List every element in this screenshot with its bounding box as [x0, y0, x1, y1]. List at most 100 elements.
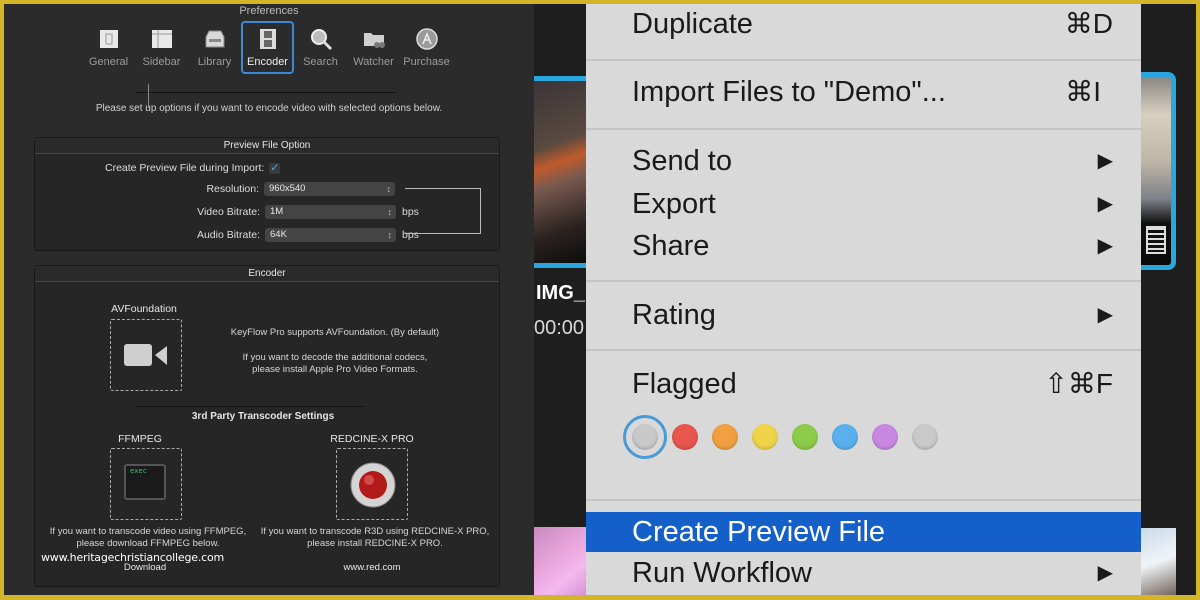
- audio-bitrate-value: 64K: [270, 229, 287, 240]
- create-preview-row: Create Preview File during Import: ✓: [105, 162, 281, 174]
- color-label-orange[interactable]: [712, 424, 738, 450]
- video-bitrate-row: Video Bitrate: 1M ↕ bps: [35, 205, 427, 219]
- group-title: Encoder: [35, 266, 499, 282]
- menu-item-export[interactable]: Export ▶: [586, 184, 1141, 224]
- avfoundation-codec-text-2: please install Apple Pro Video Formats.: [252, 364, 418, 375]
- color-label-red[interactable]: [672, 424, 698, 450]
- submenu-arrow-icon: ▶: [1097, 562, 1113, 584]
- magnifier-icon: [309, 27, 333, 51]
- menu-item-label: Flagged: [632, 368, 737, 400]
- menu-item-label: Import Files to "Demo"...: [632, 76, 946, 108]
- terminal-icon: exec: [124, 464, 166, 500]
- tab-sidebar[interactable]: Sidebar: [135, 21, 188, 74]
- menu-item-label: Create Preview File: [632, 516, 886, 548]
- red-website-link[interactable]: www.red.com: [322, 562, 422, 573]
- tab-label: Watcher: [353, 56, 394, 68]
- menu-item-label: Export: [632, 188, 716, 220]
- context-menu: Duplicate ⌘D Import Files to "Demo"... ⌘…: [586, 4, 1141, 595]
- clip-time: 00:00: [534, 317, 585, 339]
- resolution-value: 960x540: [269, 183, 306, 194]
- video-bitrate-label: Video Bitrate:: [197, 206, 260, 218]
- tab-search[interactable]: Search: [294, 21, 347, 74]
- menu-item-duplicate[interactable]: Duplicate ⌘D: [586, 4, 1141, 44]
- menu-item-shortcut: ⌘D: [1064, 8, 1113, 39]
- color-label-picker: [623, 415, 938, 459]
- stepper-arrows-icon: ↕: [387, 207, 393, 217]
- redcine-box[interactable]: [336, 448, 408, 520]
- ffmpeg-title: FFMPEG: [118, 433, 162, 445]
- context-menu-screenshot: IMG_ 00:00 Duplicate ⌘D Import Files to …: [534, 4, 1196, 595]
- menu-separator: [586, 128, 1141, 130]
- library-icon: [203, 27, 227, 51]
- third-party-title: 3rd Party Transcoder Settings: [191, 411, 335, 422]
- ffmpeg-box[interactable]: exec: [110, 448, 182, 520]
- encoder-group: Encoder AVFoundation KeyFlow Pro support…: [34, 265, 500, 587]
- tab-label: Library: [197, 56, 232, 68]
- tab-encoder[interactable]: Encoder: [241, 21, 294, 74]
- menu-item-flagged[interactable]: Flagged ⇧⌘F: [586, 364, 1141, 404]
- link-bracket: [405, 188, 481, 234]
- color-label-none[interactable]: [623, 415, 667, 459]
- menu-separator: [586, 280, 1141, 282]
- menu-item-send-to[interactable]: Send to ▶: [586, 141, 1141, 181]
- redcine-text-2: please install REDCINE-X PRO.: [307, 538, 443, 549]
- tab-library[interactable]: Library: [188, 21, 241, 74]
- audio-bitrate-select[interactable]: 64K ↕: [265, 228, 396, 242]
- clip-thumbnail-bottom-left[interactable]: [534, 527, 586, 595]
- audio-bitrate-row: Audio Bitrate: 64K ↕ bps: [35, 228, 427, 242]
- menu-item-shortcut: ⇧⌘F: [1044, 368, 1113, 399]
- tab-label: General: [88, 56, 129, 68]
- menu-item-label: Send to: [632, 145, 732, 177]
- tab-general[interactable]: General: [82, 21, 135, 74]
- film-strip-icon: [1146, 226, 1166, 254]
- color-label-blue[interactable]: [832, 424, 858, 450]
- submenu-arrow-icon: ▶: [1097, 304, 1113, 326]
- menu-item-share[interactable]: Share ▶: [586, 226, 1141, 266]
- clip-name: IMG_: [536, 282, 585, 304]
- preview-file-option-group: Preview File Option Create Preview File …: [34, 137, 500, 251]
- tab-watcher[interactable]: Watcher: [347, 21, 400, 74]
- general-icon: [97, 27, 121, 51]
- group-title: Preview File Option: [35, 138, 499, 154]
- tab-label: Sidebar: [142, 56, 181, 68]
- window-title: Preferences: [239, 5, 299, 17]
- color-label-green[interactable]: [792, 424, 818, 450]
- video-bitrate-select[interactable]: 1M ↕: [265, 205, 396, 219]
- menu-item-import-files[interactable]: Import Files to "Demo"... ⌘I: [586, 72, 1141, 112]
- color-label-purple[interactable]: [872, 424, 898, 450]
- submenu-arrow-icon: ▶: [1097, 150, 1113, 172]
- menu-item-label: Run Workflow: [632, 557, 812, 589]
- preferences-window: Preferences General Sidebar Library Enco…: [4, 4, 534, 595]
- tab-purchase[interactable]: Purchase: [400, 21, 453, 74]
- intro-text: Please set up options if you want to enc…: [95, 103, 443, 114]
- avfoundation-title: AVFoundation: [111, 303, 177, 315]
- create-preview-label: Create Preview File during Import:: [105, 162, 265, 174]
- menu-item-shortcut: ⌘I: [1065, 76, 1101, 107]
- stepper-arrows-icon: ↕: [387, 230, 393, 240]
- folder-binoculars-icon: [362, 27, 386, 51]
- color-label-yellow[interactable]: [752, 424, 778, 450]
- color-label-gray[interactable]: [912, 424, 938, 450]
- red-camera-icon: [350, 462, 396, 508]
- menu-item-run-workflow[interactable]: Run Workflow ▶: [586, 553, 1141, 593]
- resolution-select[interactable]: 960x540 ↕: [264, 182, 395, 196]
- video-camera-icon: [124, 344, 167, 366]
- tab-label: Search: [303, 56, 338, 68]
- menu-item-rating[interactable]: Rating ▶: [586, 295, 1141, 335]
- terminal-icon-text: exec: [130, 467, 147, 475]
- menu-separator: [586, 349, 1141, 351]
- submenu-arrow-icon: ▶: [1097, 235, 1113, 257]
- stepper-arrows-icon: ↕: [386, 184, 392, 194]
- audio-bitrate-label: Audio Bitrate:: [196, 229, 260, 241]
- redcine-title: REDCINE-X PRO: [330, 433, 414, 445]
- film-icon: [256, 27, 280, 51]
- avfoundation-box[interactable]: [110, 319, 182, 391]
- create-preview-checkbox[interactable]: ✓: [269, 162, 281, 174]
- avfoundation-support-text: KeyFlow Pro supports AVFoundation. (By d…: [230, 327, 440, 338]
- tab-label: Purchase: [403, 56, 450, 68]
- menu-item-create-preview-file[interactable]: Create Preview File: [586, 512, 1141, 552]
- clip-thumbnail-left[interactable]: [534, 76, 586, 268]
- resolution-row: Resolution: 960x540 ↕: [35, 182, 395, 196]
- menu-separator: [586, 59, 1141, 61]
- app-store-icon: [415, 27, 439, 51]
